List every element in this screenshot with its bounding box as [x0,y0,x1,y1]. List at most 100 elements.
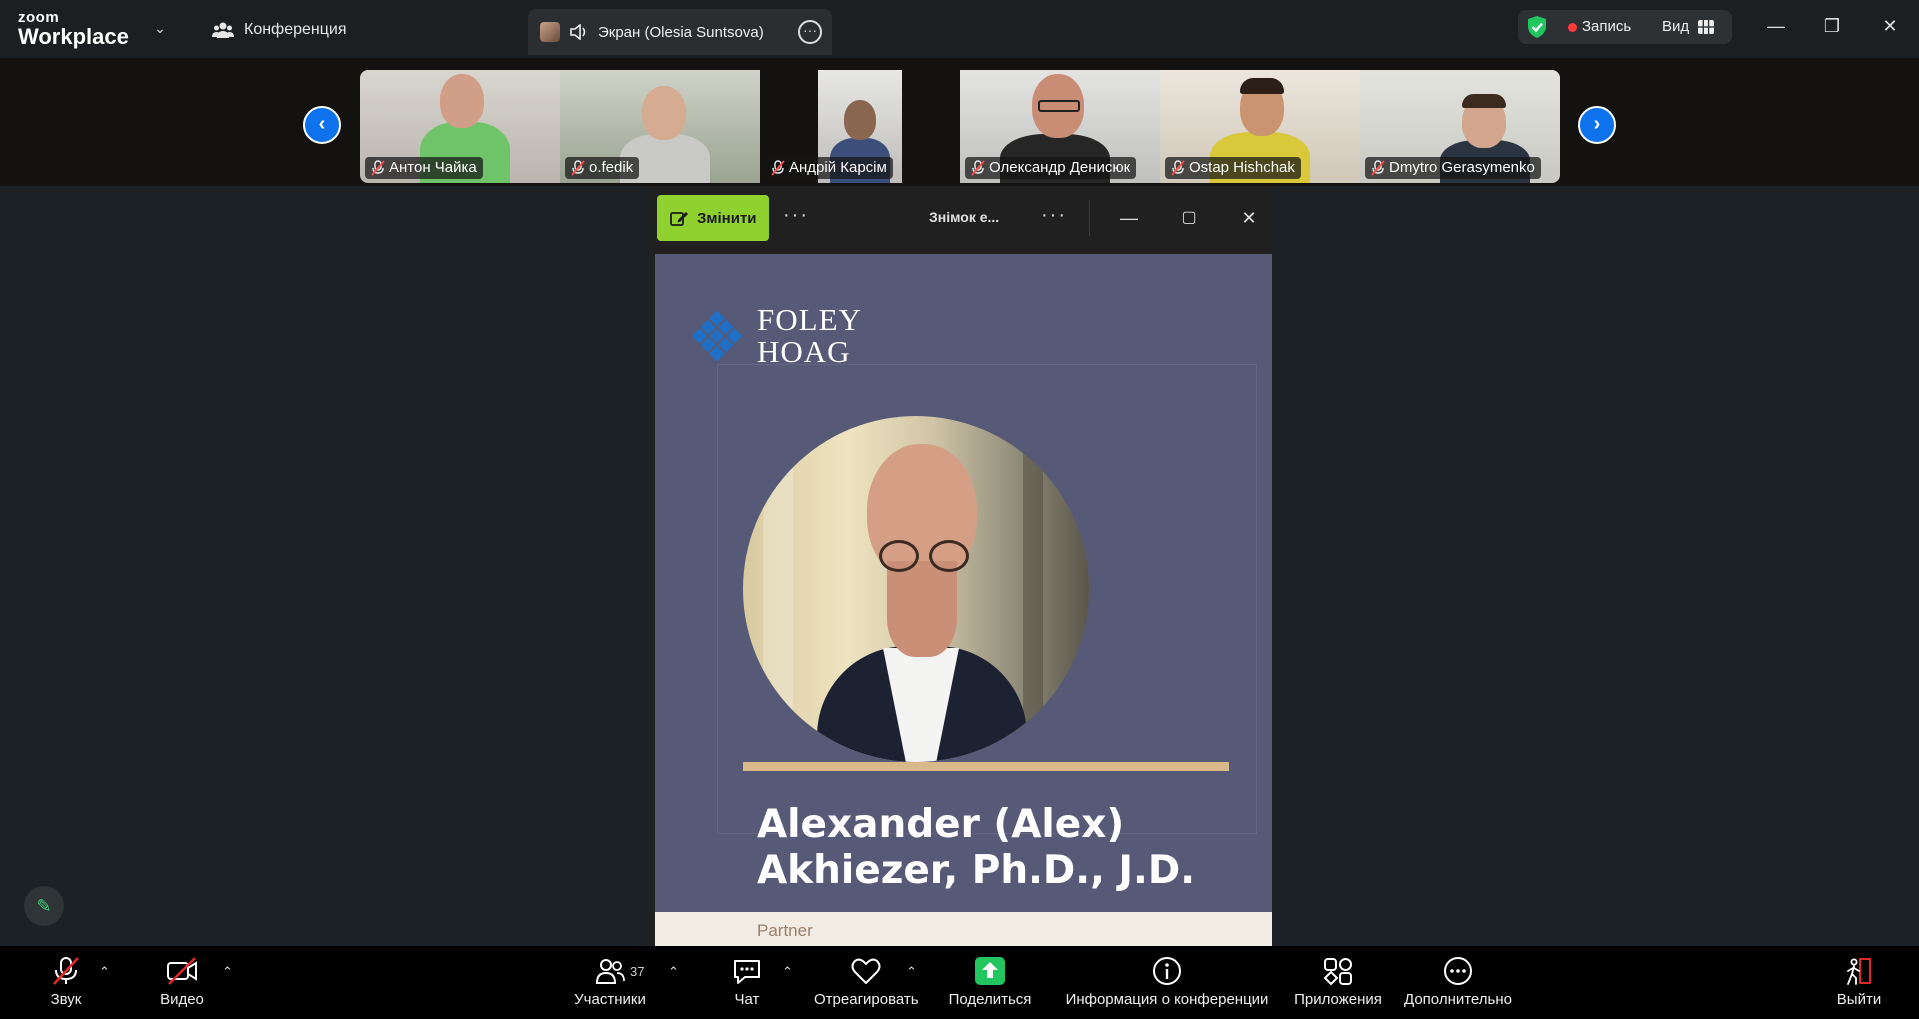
speaker-icon [570,24,586,40]
more-options-icon [1444,957,1472,985]
meeting-info-button[interactable]: Информация о конференции [1062,956,1272,1008]
more-options-icon[interactable]: ··· [1041,204,1067,227]
react-label: Отреагировать [814,991,919,1008]
window-title: Знімок е... [929,209,1000,225]
chevron-up-icon[interactable]: ⌃ [222,964,233,980]
share-screen-icon [975,957,1005,985]
participant-name-text: Антон Чайка [389,159,477,176]
brand-workplace: Workplace [18,24,129,49]
audio-label: Звук [50,991,82,1008]
shared-app-window: Змінити ··· Знімок е... ··· — ▢ ✕ FOLEY … [649,186,1272,946]
avatar [540,22,560,42]
react-button[interactable]: Отреагировать [814,956,919,1008]
tab-meeting[interactable]: Конференция [212,16,347,44]
record-button[interactable]: Запись [1582,18,1631,35]
video-tile[interactable]: Антон Чайка [360,70,560,183]
video-label: Видео [160,991,204,1008]
logo-line-2: HOAG [757,334,851,369]
participant-name: Андрій Карсім [765,157,893,179]
chat-button[interactable]: Чат [730,956,764,1008]
speaker-name-line-2: Akhiezer, Ph.D., J.D. [757,848,1196,893]
share-button[interactable]: Поделиться [948,956,1032,1008]
share-label: Поделиться [948,991,1032,1008]
participant-name: Антон Чайка [365,157,483,179]
shared-window-toolbar: Змінити ··· Знімок е... ··· — ▢ ✕ [649,186,1272,252]
shared-screen-area: Змінити ··· Знімок е... ··· — ▢ ✕ FOLEY … [0,186,1919,946]
video-tile[interactable]: Андрій Карсім [760,70,960,183]
participant-name-text: Андрій Карсім [789,159,887,176]
participant-name: o.fedik [565,157,640,179]
mic-muted-icon [1371,160,1385,176]
zoom-workplace-logo[interactable]: zoom Workplace [18,10,129,48]
participant-name-text: Олександр Денисюк [989,159,1131,176]
meeting-info-label: Информация о конференции [1065,991,1269,1008]
minimize-icon[interactable]: — [1762,14,1790,38]
more-button[interactable]: Дополнительно [1402,956,1514,1008]
zoom-window: zoom Workplace ⌄ Конференция Экран (Oles… [0,0,1919,1019]
grid-view-icon[interactable] [1698,20,1714,34]
record-dot-icon [1568,23,1577,32]
participant-name-text: Ostap Hishchak [1189,159,1295,176]
minimize-icon[interactable]: — [1115,204,1143,232]
chevron-right-icon[interactable]: › [1578,106,1616,144]
video-button[interactable]: Видео [158,956,206,1008]
apps-button[interactable]: Приложения [1292,956,1384,1008]
speaker-photo [743,416,1089,762]
meeting-controls: Звук ⌃ Видео ⌃ Участники 37 ⌃ Чат ⌃ Отре… [0,946,1919,1019]
close-icon[interactable]: ✕ [1235,204,1263,232]
chat-icon [734,960,760,984]
tab-screen-share-label: Экран (Olesia Suntsova) [598,23,764,41]
mic-muted-icon [1171,160,1185,176]
maximize-icon[interactable]: ▢ [1175,204,1203,232]
video-tile[interactable]: Dmytro Gerasymenko [1360,70,1560,183]
participant-name-text: o.fedik [589,159,634,176]
apps-label: Приложения [1294,991,1382,1008]
chevron-left-icon[interactable]: ‹ [303,106,341,144]
chevron-up-icon[interactable]: ⌃ [782,964,793,980]
chevron-down-icon[interactable]: ⌄ [150,18,170,38]
people-icon [212,22,234,38]
more-options-icon[interactable]: ··· [798,20,822,44]
chevron-up-icon[interactable]: ⌃ [99,964,110,980]
mic-muted-icon [371,160,385,176]
video-tiles: Антон Чайка o.fedik Андрій Карсім Олекса… [360,70,1560,183]
restore-icon[interactable]: ❐ [1818,14,1846,38]
divider-bar [743,762,1229,771]
status-pill: Запись Вид [1518,10,1732,44]
chat-label: Чат [734,991,760,1008]
chevron-up-icon[interactable]: ⌃ [668,964,679,980]
speaker-name-line-1: Alexander (Alex) [757,802,1125,847]
divider [1089,200,1090,236]
exit-door-icon [1847,958,1871,985]
logo-line-1: FOLEY [757,302,862,337]
edit-button[interactable]: Змінити [657,195,769,241]
close-icon[interactable]: ✕ [1876,14,1904,38]
video-tile[interactable]: Олександр Денисюк [960,70,1160,183]
participant-name: Dmytro Gerasymenko [1365,157,1541,179]
more-options-icon[interactable]: ··· [783,204,809,227]
participants-count: 37 [630,964,645,979]
brand-zoom: zoom [18,9,60,26]
participant-name: Ostap Hishchak [1165,157,1301,179]
info-icon [1153,957,1181,985]
mic-muted-icon [53,957,79,985]
audio-button[interactable]: Звук [44,956,88,1008]
participants-label: Участники [574,991,646,1008]
shield-icon[interactable] [1526,15,1548,39]
mic-muted-icon [571,160,585,176]
role-band: Partner [655,912,1272,946]
camera-off-icon [167,957,197,985]
video-tile[interactable]: o.fedik [560,70,760,183]
leave-button[interactable]: Выйти [1836,956,1882,1008]
globe-logo-icon [691,310,743,362]
apps-icon [1323,958,1352,986]
tab-meeting-label: Конференция [244,21,347,38]
chevron-up-icon[interactable]: ⌃ [906,964,917,980]
annotate-pencil-icon[interactable]: ✎ [24,886,64,926]
shared-slide: FOLEY HOAG Alexander (Alex) Akhiezer, Ph… [655,254,1272,946]
tab-screen-share[interactable]: Экран (Olesia Suntsova) ··· [528,9,832,55]
participant-name-text: Dmytro Gerasymenko [1389,159,1535,176]
heart-icon [851,958,881,984]
view-button[interactable]: Вид [1662,18,1689,35]
video-tile[interactable]: Ostap Hishchak [1160,70,1360,183]
